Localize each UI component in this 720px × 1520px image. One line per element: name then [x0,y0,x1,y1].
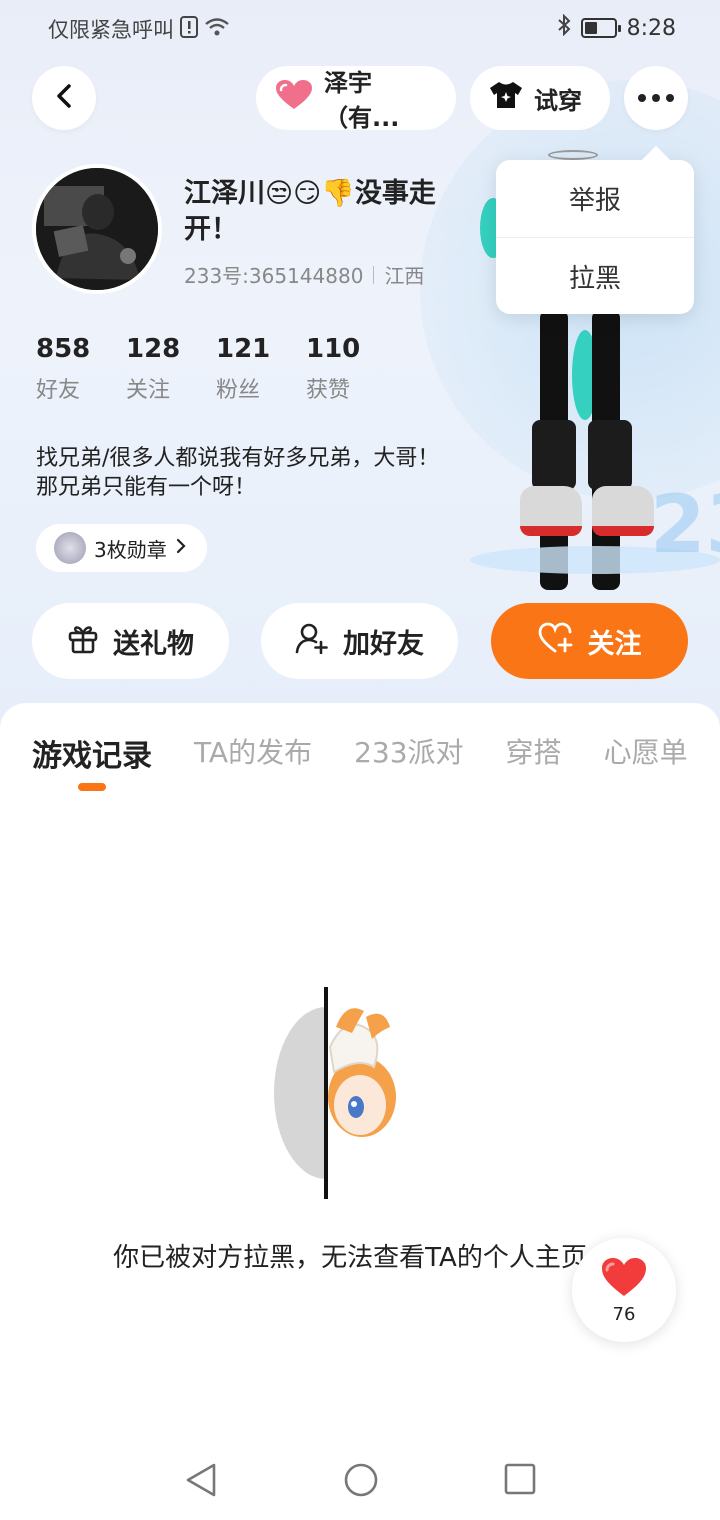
nav-recents-icon[interactable] [504,1462,536,1500]
stat-label: 粉丝 [216,378,261,403]
heart-icon [600,1256,648,1302]
like-floating-button[interactable]: 76 [572,1238,676,1342]
send-gift-label: 送礼物 [113,628,194,660]
stat-likes[interactable]: 110 获赞 [306,334,361,404]
relationship-chip[interactable]: 泽宇（有... [256,66,456,132]
more-options-menu: 举报 拉黑 [496,160,694,314]
add-user-icon [295,622,329,661]
tab-game-records[interactable]: 游戏记录 [32,731,152,775]
heart-icon [274,79,314,117]
stat-value: 128 [126,334,181,364]
blocked-illustration [274,987,404,1199]
tab-party[interactable]: 233派对 [354,731,463,775]
add-friend-label: 加好友 [343,628,424,660]
battery-icon [580,18,621,38]
user-id: 233号:365144880 [184,264,364,288]
clock-text: 8:28 [626,15,676,41]
relationship-label: 泽宇（有... [324,69,400,132]
carrier-text: 仅限紧急呼叫 [48,18,174,42]
divider [373,265,375,284]
try-on-label: 试穿 [534,86,582,115]
medals-label: 3枚勋章 [94,537,167,562]
active-tab-indicator [78,783,106,791]
system-navigation-bar [0,1440,720,1520]
user-name: 江泽川😒😏👎没事走开！ [184,178,436,245]
back-button[interactable] [32,66,96,130]
user-bio: 找兄弟/很多人都说我有好多兄弟，大哥！那兄弟只能有一个呀！ [36,446,440,500]
avatar[interactable] [32,164,162,294]
stat-following[interactable]: 128 关注 [126,334,181,404]
follow-label: 关注 [587,628,642,660]
stat-value: 858 [36,334,91,364]
try-on-button[interactable]: 试穿 [470,66,610,130]
chevron-right-icon [175,536,187,560]
stat-value: 121 [216,334,271,364]
tab-posts[interactable]: TA的发布 [194,731,312,775]
gift-icon [67,622,99,661]
tab-wishlist[interactable]: 心愿单 [604,731,688,775]
tshirt-icon [488,80,524,116]
tab-outfits[interactable]: 穿搭 [506,731,562,775]
add-friend-button[interactable]: 加好友 [261,603,458,679]
user-id-line: 233号:365144880 江西 [184,260,424,289]
stats-row: 858 好友 128 关注 121 粉丝 110 获赞 [36,334,361,404]
stat-followers[interactable]: 121 粉丝 [216,334,271,404]
medals-button[interactable]: 3枚勋章 [36,524,207,572]
stat-friends[interactable]: 858 好友 [36,334,91,404]
menu-item-block[interactable]: 拉黑 [496,237,694,314]
character-shoe [592,486,654,536]
character-shoe [520,486,582,536]
heart-plus-icon [538,622,574,661]
brand-watermark: 233 [650,478,720,571]
content-panel: 游戏记录 TA的发布 233派对 穿搭 心愿单 你已被对方拉黑，无法查看TA的个… [0,703,720,1520]
status-bar: 仅限紧急呼叫 8:28 [0,0,720,56]
halo-icon [548,150,598,160]
more-options-button[interactable] [624,66,688,130]
stat-label: 好友 [36,378,81,403]
character-boot [588,420,632,490]
stat-label: 关注 [126,378,171,403]
nav-back-icon[interactable] [184,1462,218,1502]
tab-bar: 游戏记录 TA的发布 233派对 穿搭 心愿单 [32,731,720,775]
stat-value: 110 [306,334,361,364]
sim-alert-icon [180,15,198,43]
like-count: 76 [612,1303,636,1325]
user-location: 江西 [384,264,425,288]
bluetooth-icon [557,13,571,42]
stat-label: 获赞 [306,378,351,403]
wifi-icon [204,17,230,42]
more-dots-icon [638,94,674,102]
send-gift-button[interactable]: 送礼物 [32,603,229,679]
follow-button[interactable]: 关注 [491,603,688,679]
character-boot [532,420,576,490]
medal-icon [54,532,86,564]
back-arrow-icon [54,83,74,113]
avatar-photo [36,168,158,290]
menu-item-report[interactable]: 举报 [496,160,694,237]
nav-home-icon[interactable] [343,1462,379,1502]
